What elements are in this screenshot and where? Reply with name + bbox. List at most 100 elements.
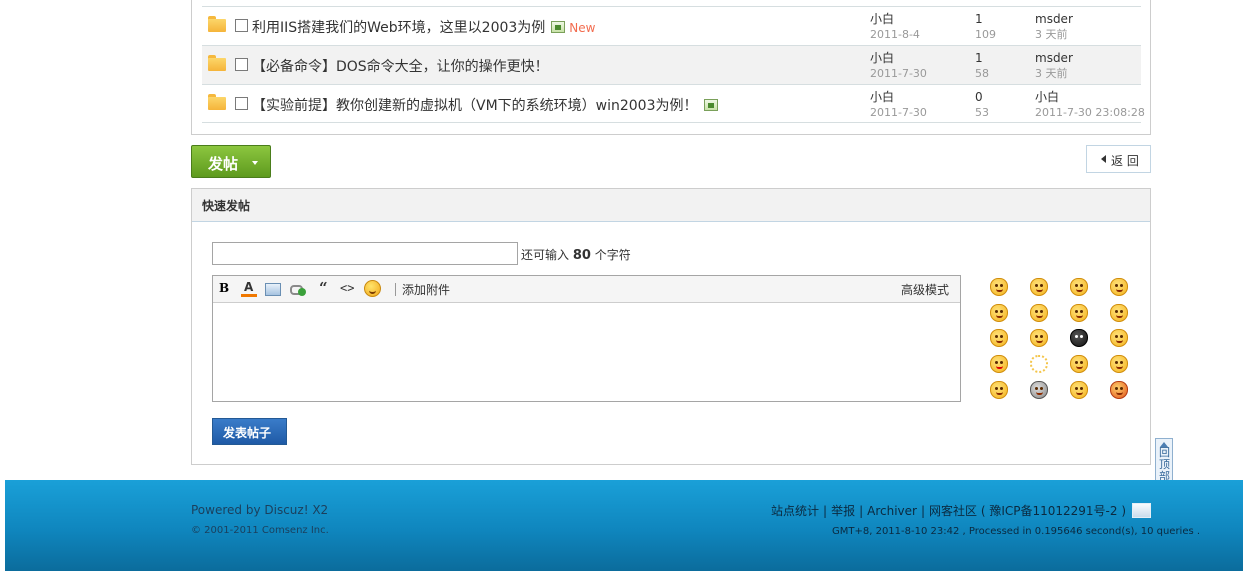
table-row[interactable]: 【必备命令】DOS命令大全，让你的操作更快！ 小白 2011-7-30 1 58… [202, 45, 1141, 84]
copyright: © 2001-2011 Comsenz Inc. [191, 525, 329, 536]
new-post-button[interactable]: 发帖 [191, 145, 271, 178]
insert-link-icon[interactable] [290, 285, 306, 296]
smiley-icon[interactable] [1028, 277, 1050, 297]
quick-post-header: 快速发帖 [192, 189, 1150, 222]
smiley-icon[interactable] [988, 380, 1010, 400]
stats-cell: 1 109 [975, 12, 996, 42]
author[interactable]: 小白 [870, 90, 927, 105]
advanced-mode-link[interactable]: 高级模式 [901, 281, 949, 297]
caret-down-icon [252, 161, 258, 165]
last-post-time[interactable]: 3 天前 [1035, 27, 1073, 42]
font-color-swatch [241, 294, 257, 297]
smiley-icon[interactable] [1068, 354, 1090, 374]
bold-button[interactable]: B [219, 281, 229, 297]
smiley-icon[interactable] [1108, 354, 1130, 374]
last-post-cell: msder 3 天前 [1035, 12, 1073, 42]
post-date: 2011-7-30 [870, 67, 927, 80]
font-color-label: A [244, 280, 254, 294]
last-poster[interactable]: msder [1035, 51, 1073, 66]
reply-count: 1 [975, 51, 983, 65]
add-attachment-link[interactable]: 添加附件 [402, 281, 450, 297]
smiley-icon[interactable] [1068, 328, 1090, 348]
subject-input[interactable] [212, 242, 518, 265]
author[interactable]: 小白 [870, 51, 927, 66]
smiley-icon[interactable] [1108, 380, 1130, 400]
view-count: 53 [975, 106, 989, 119]
processing-info: GMT+8, 2011-8-10 23:42 , Processed in 0.… [832, 526, 1201, 537]
folder-icon [208, 16, 226, 32]
remaining-prefix: 还可输入 [521, 248, 570, 262]
thread-checkbox[interactable] [235, 97, 248, 110]
post-date: 2011-8-4 [870, 28, 920, 41]
smiley-icon[interactable] [1108, 303, 1130, 323]
last-post-time[interactable]: 2011-7-30 23:08:28 [1035, 105, 1145, 120]
remaining-count: 80 [572, 248, 591, 263]
author-cell: 小白 2011-7-30 [870, 90, 927, 120]
smiley-icon[interactable] [1068, 277, 1090, 297]
thread-title[interactable]: 利用IIS搭建我们的Web环境，这里以2003为例 New [252, 17, 595, 37]
smiley-icon[interactable] [1068, 303, 1090, 323]
smiley-icon[interactable] [988, 303, 1010, 323]
new-post-label: 发帖 [208, 155, 239, 173]
last-poster[interactable]: msder [1035, 12, 1073, 27]
quick-post-panel: 快速发帖 还可输入 80 个字符 B A “ <> 添加附件 高级模式 发表帖子 [191, 188, 1151, 465]
powered-by[interactable]: Powered by Discuz! X2 [191, 503, 328, 517]
thread-title[interactable]: 【必备命令】DOS命令大全，让你的操作更快！ [252, 56, 549, 76]
thread-checkbox[interactable] [235, 58, 248, 71]
archiver-link[interactable]: Archiver [867, 504, 917, 518]
site-stats-link[interactable]: 站点统计 [771, 504, 819, 518]
image-attachment-icon [551, 21, 566, 33]
submit-post-label: 发表帖子 [223, 426, 272, 440]
post-date: 2011-7-30 [870, 106, 927, 119]
thread-title-link[interactable]: 【必备命令】DOS命令大全，让你的操作更快！ [252, 59, 549, 75]
new-tag: New [569, 21, 596, 35]
quick-post-title: 快速发帖 [202, 199, 251, 213]
remaining-suffix: 个字符 [594, 248, 631, 262]
report-link[interactable]: 举报 [831, 504, 855, 518]
stats-cell: 1 58 [975, 51, 989, 81]
last-post-cell: 小白 2011-7-30 23:08:28 [1035, 90, 1145, 120]
quote-button[interactable]: “ [319, 279, 328, 297]
smiley-icon[interactable] [1068, 380, 1090, 400]
back-to-top-button[interactable]: 回顶部 [1155, 438, 1173, 486]
thread-checkbox[interactable] [235, 19, 248, 32]
mobile-version-icon[interactable] [1132, 503, 1151, 518]
author[interactable]: 小白 [870, 12, 920, 27]
smiley-palette [988, 277, 1138, 407]
table-row[interactable]: 利用IIS搭建我们的Web环境，这里以2003为例 New 小白 2011-8-4… [202, 6, 1141, 45]
smiley-icon[interactable] [364, 280, 381, 297]
thread-list: 利用IIS搭建我们的Web环境，这里以2003为例 New 小白 2011-8-4… [191, 0, 1151, 135]
stats-cell: 0 53 [975, 90, 989, 120]
font-color-button[interactable]: A [241, 280, 257, 297]
thread-title-link[interactable]: 【实验前提】教你创建新的虚拟机（VM下的系统环境）win2003为例！ [252, 98, 698, 114]
link-separator: | [920, 504, 926, 518]
smiley-icon[interactable] [1108, 328, 1130, 348]
table-row[interactable]: 【实验前提】教你创建新的虚拟机（VM下的系统环境）win2003为例！ 小白 2… [202, 84, 1145, 123]
view-count: 109 [975, 28, 996, 41]
folder-icon [208, 55, 226, 71]
code-button[interactable]: <> [340, 281, 354, 297]
smiley-icon[interactable] [1028, 380, 1050, 400]
smiley-icon[interactable] [988, 277, 1010, 297]
author-cell: 小白 2011-8-4 [870, 12, 920, 42]
back-button[interactable]: 返 回 [1086, 145, 1151, 173]
smiley-icon[interactable] [988, 328, 1010, 348]
thread-title-link[interactable]: 利用IIS搭建我们的Web环境，这里以2003为例 [252, 20, 545, 36]
last-poster[interactable]: 小白 [1035, 90, 1145, 105]
smiley-icon[interactable] [988, 354, 1010, 374]
last-post-time[interactable]: 3 天前 [1035, 66, 1073, 81]
submit-post-button[interactable]: 发表帖子 [212, 418, 287, 445]
smiley-icon[interactable] [1028, 303, 1050, 323]
message-textarea[interactable] [213, 303, 960, 401]
page: 利用IIS搭建我们的Web环境，这里以2003为例 New 小白 2011-8-4… [0, 0, 1249, 575]
insert-image-icon[interactable] [265, 283, 281, 296]
thread-title[interactable]: 【实验前提】教你创建新的虚拟机（VM下的系统环境）win2003为例！ [252, 95, 718, 115]
message-editor: B A “ <> 添加附件 高级模式 [212, 275, 961, 402]
link-separator: | [823, 504, 828, 518]
site-icp-link[interactable]: 网客社区 ( 豫ICP备11012291号-2 ) [929, 504, 1126, 518]
toolbar-divider [395, 283, 396, 296]
smiley-icon[interactable] [1108, 277, 1130, 297]
smiley-icon[interactable] [1028, 328, 1050, 348]
footer: Powered by Discuz! X2 © 2001-2011 Comsen… [5, 480, 1243, 571]
smiley-icon[interactable] [1028, 354, 1050, 374]
